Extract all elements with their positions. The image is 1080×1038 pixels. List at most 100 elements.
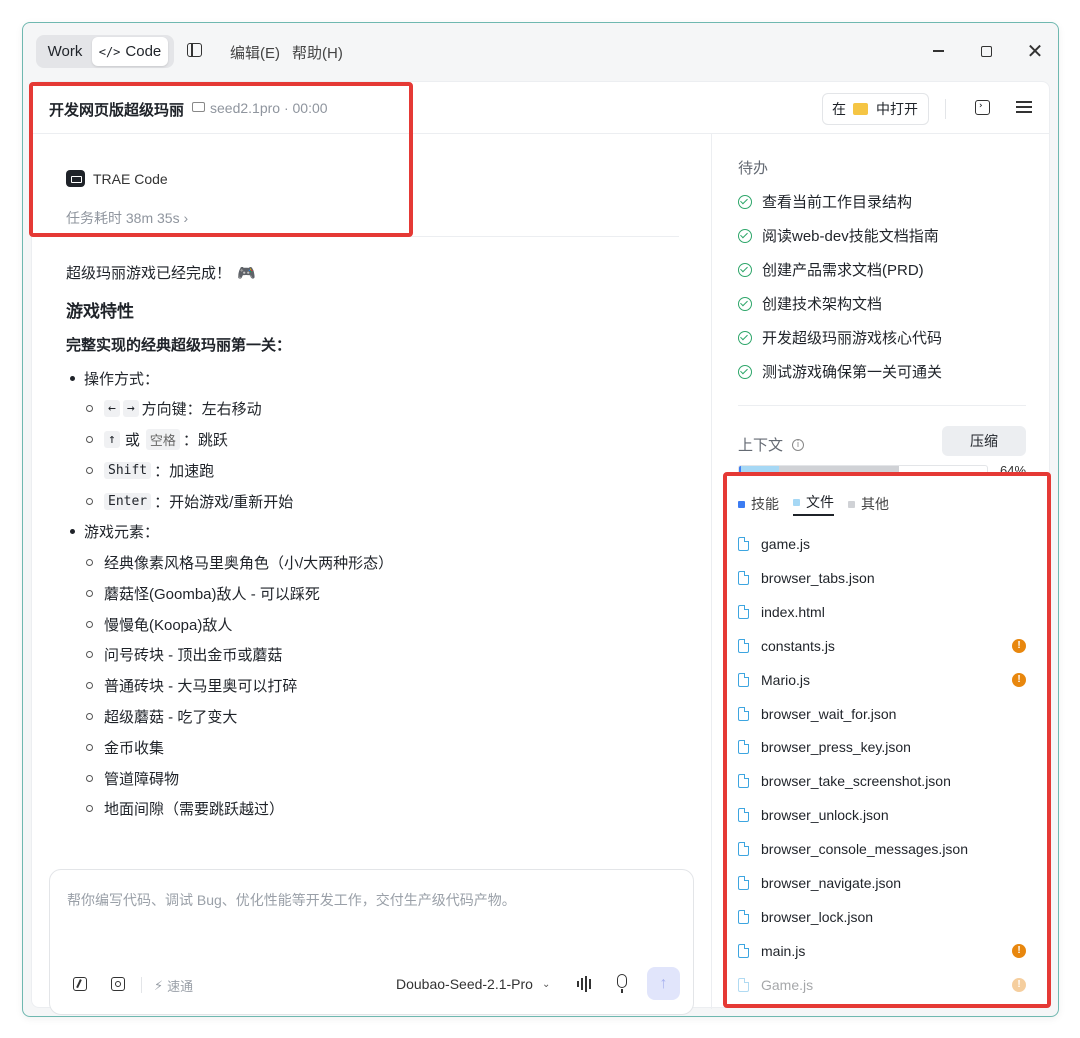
close-button[interactable]: ✕: [1023, 39, 1047, 63]
section-subheading: 完整实现的经典超级玛丽第一关：: [66, 337, 292, 354]
check-circle-icon: [738, 364, 752, 379]
check-circle-icon: [738, 194, 752, 209]
check-circle-icon: [738, 262, 752, 277]
gamepad-icon: 🎮: [237, 265, 256, 282]
todo-item: 测试游戏确保第一关可通关: [738, 361, 942, 382]
list-item-label: 超级蘑菇 - 吃了变大: [104, 709, 238, 726]
speed-label: 速通: [167, 979, 194, 994]
list-item-label: 问号砖块 - 顶出金币或蘑菇: [104, 647, 283, 664]
chat-input-box[interactable]: 帮你编写代码、调试 Bug、优化性能等开发工作，交付生产级代码产物。 ⚡ 速通 D…: [49, 869, 694, 1015]
key-shift: Shift: [104, 462, 152, 479]
list-item-label: 游戏元素：: [84, 524, 160, 541]
slash-command-icon[interactable]: [73, 977, 87, 991]
model-select[interactable]: Doubao-Seed-2.1-Pro ⌄: [396, 976, 550, 992]
open-in-prefix: 在: [832, 101, 846, 117]
todo-item-label: 创建产品需求文档(PRD): [762, 262, 924, 279]
list-item-label: 地面间隙（需要跳跃越过）: [104, 801, 285, 818]
list-item: 操作方式：: [70, 368, 159, 389]
context-title: 上下文 i: [738, 434, 805, 455]
close-icon: ✕: [1026, 39, 1044, 63]
list-item: Shift ：加速跑: [86, 460, 214, 481]
check-circle-icon: [738, 330, 752, 345]
maximize-button[interactable]: [974, 39, 998, 63]
sidebar-toggle-icon[interactable]: [187, 43, 202, 57]
list-item: 问号砖块 - 顶出金币或蘑菇: [86, 644, 282, 665]
list-item: ↑ 或空格 ：跳跃: [86, 429, 228, 450]
todo-item-label: 创建技术架构文档: [762, 296, 883, 313]
mode-code-button[interactable]: </> Code: [92, 37, 168, 66]
list-item: 普通砖块 - 大马里奥可以打碎: [86, 675, 297, 696]
list-item: 管道障碍物: [86, 768, 179, 789]
mode-code-label: Code: [125, 43, 162, 60]
todo-item: 创建技术架构文档: [738, 293, 882, 314]
check-circle-icon: [738, 296, 752, 311]
list-item: ← → 方向键：左右移动: [86, 398, 262, 419]
image-upload-icon[interactable]: [111, 977, 125, 991]
list-item: 慢慢龟(Koopa)敌人: [86, 614, 232, 635]
todo-item: 开发超级玛丽游戏核心代码: [738, 327, 942, 348]
menu-help[interactable]: 帮助(H): [292, 42, 343, 63]
outline-icon[interactable]: [1016, 101, 1032, 115]
key-up: ↑: [104, 431, 120, 448]
list-item-label: 方向键：左右移动: [141, 401, 262, 418]
list-item: 金币收集: [86, 737, 164, 758]
highlight-annotation: [29, 82, 413, 237]
list-item-label: 金币收集: [104, 740, 165, 757]
minimize-icon: [932, 50, 944, 52]
completion-text: 超级玛丽游戏已经完成！: [66, 265, 232, 282]
todo-item-label: 测试游戏确保第一关可通关: [762, 364, 943, 381]
header-divider: [945, 99, 946, 119]
list-item: 地面间隙（需要跳跃越过）: [86, 798, 284, 819]
open-in-folder-button[interactable]: 在 中打开: [822, 93, 929, 125]
menu-edit[interactable]: 编辑(E): [230, 42, 280, 63]
list-item: 经典像素风格马里奥角色（小/大两种形态）: [86, 552, 393, 573]
highlight-annotation: [723, 472, 1051, 1008]
terminal-icon[interactable]: ›: [975, 100, 990, 115]
todo-title: 待办: [738, 160, 769, 177]
list-item: Enter ：开始游戏/重新开始: [86, 491, 293, 512]
todo-item: 查看当前工作目录结构: [738, 191, 912, 212]
todo-item-label: 开发超级玛丽游戏核心代码: [762, 330, 943, 347]
key-right: →: [122, 400, 139, 417]
section-heading: 游戏特性: [66, 302, 134, 321]
compress-button[interactable]: 压缩: [942, 426, 1026, 456]
microphone-icon[interactable]: [617, 974, 627, 993]
list-item-label: 操作方式：: [84, 371, 160, 388]
list-item-label: 经典像素风格马里奥角色（小/大两种形态）: [104, 555, 394, 572]
speed-mode-toggle[interactable]: ⚡ 速通: [154, 976, 193, 995]
title-bar: Work </> Code 编辑(E) 帮助(H) ✕: [23, 23, 1058, 81]
list-item: 游戏元素：: [70, 521, 159, 542]
mode-work-button[interactable]: Work: [38, 37, 92, 66]
key-enter: Enter: [104, 493, 152, 510]
list-item: 超级蘑菇 - 吃了变大: [86, 706, 237, 727]
list-item-label: ：跳跃: [182, 432, 228, 449]
lightning-icon: ⚡: [154, 977, 164, 993]
or-label: 或: [124, 432, 140, 449]
chevron-down-icon: ⌄: [541, 978, 551, 990]
send-button[interactable]: ↑: [647, 967, 680, 1000]
list-item-label: ：加速跑: [154, 463, 215, 480]
list-item-label: 普通砖块 - 大马里奥可以打碎: [104, 678, 298, 695]
minimize-button[interactable]: [926, 39, 950, 63]
completion-message: 超级玛丽游戏已经完成！ 🎮: [66, 262, 686, 283]
chat-input[interactable]: 帮你编写代码、调试 Bug、优化性能等开发工作，交付生产级代码产物。: [67, 890, 516, 910]
toolbar-divider: [141, 977, 142, 993]
list-item: 蘑菇怪(Goomba)敌人 - 可以踩死: [86, 583, 320, 604]
code-icon: </>: [98, 44, 121, 59]
open-in-suffix: 中打开: [876, 101, 918, 117]
list-item-label: 蘑菇怪(Goomba)敌人 - 可以踩死: [104, 586, 320, 603]
check-circle-icon: [738, 228, 752, 243]
todo-item: 创建产品需求文档(PRD): [738, 259, 924, 280]
todo-item-label: 阅读web-dev技能文档指南: [762, 228, 939, 245]
todo-item: 阅读web-dev技能文档指南: [738, 225, 939, 246]
info-icon[interactable]: i: [792, 438, 805, 451]
key-left: ←: [104, 400, 120, 417]
key-space: 空格: [145, 429, 180, 450]
model-name: Doubao-Seed-2.1-Pro: [396, 976, 533, 992]
voice-wave-icon[interactable]: [577, 976, 591, 992]
mode-switch: Work </> Code: [36, 35, 174, 68]
list-item-label: 慢慢龟(Koopa)敌人: [104, 617, 233, 634]
divider: [738, 405, 1026, 406]
folder-icon: [853, 103, 868, 115]
context-title-label: 上下文: [738, 437, 784, 454]
